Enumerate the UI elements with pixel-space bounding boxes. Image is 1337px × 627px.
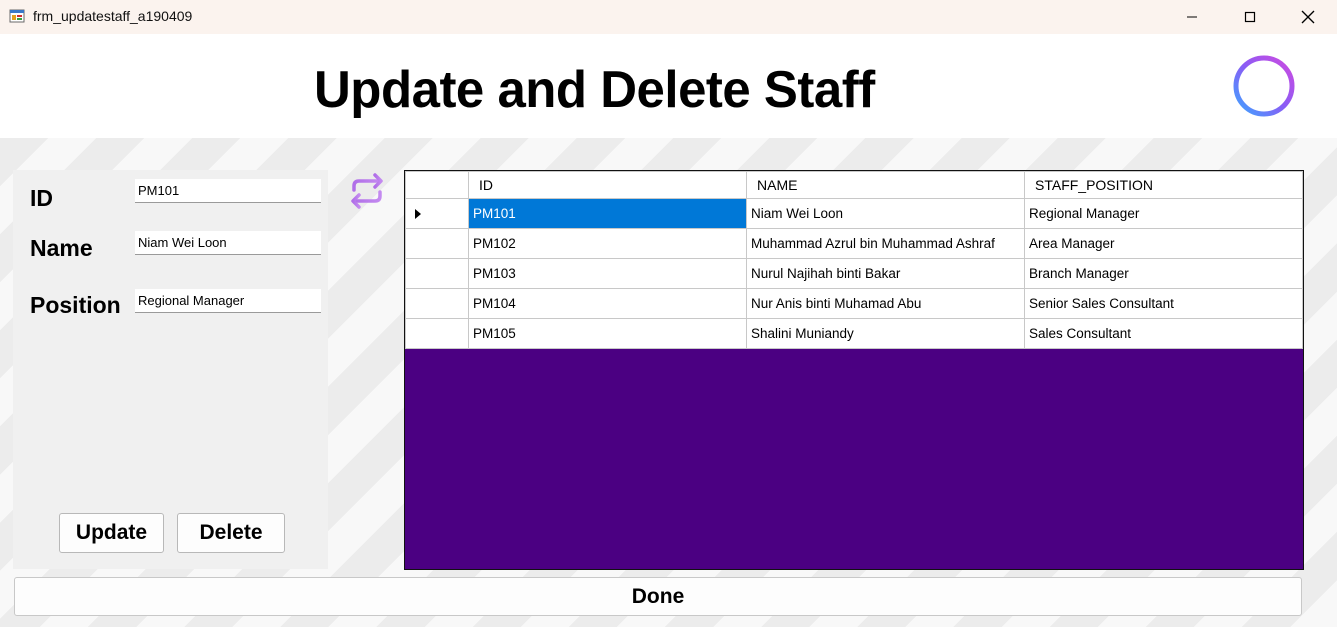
cell-position[interactable]: Senior Sales Consultant	[1024, 288, 1303, 319]
row-header[interactable]	[405, 258, 469, 289]
name-input[interactable]	[135, 231, 321, 255]
table-row[interactable]: PM103 Nurul Najihah binti Bakar Branch M…	[405, 258, 1303, 289]
cell-id[interactable]: PM103	[468, 258, 747, 289]
row-header[interactable]	[405, 318, 469, 349]
cell-name[interactable]: Shalini Muniandy	[746, 318, 1025, 349]
current-row-arrow-icon	[415, 209, 421, 219]
table-row[interactable]: PM101 Niam Wei Loon Regional Manager	[405, 198, 1303, 229]
cell-position[interactable]: Branch Manager	[1024, 258, 1303, 289]
window-title-bar: frm_updatestaff_a190409	[0, 0, 1337, 34]
page-title: Update and Delete Staff	[314, 61, 875, 119]
cell-name[interactable]: Nur Anis binti Muhamad Abu	[746, 288, 1025, 319]
refresh-arrows-icon[interactable]	[346, 170, 388, 212]
cell-position[interactable]: Sales Consultant	[1024, 318, 1303, 349]
cell-name[interactable]: Niam Wei Loon	[746, 198, 1025, 229]
cell-name[interactable]: Muhammad Azrul bin Muhammad Ashraf	[746, 228, 1025, 259]
column-header-staff-position[interactable]: STAFF_POSITION	[1024, 171, 1303, 199]
staff-table: ID NAME STAFF_POSITION PM101 Niam Wei Lo…	[405, 171, 1303, 349]
plus-circle-icon[interactable]	[1232, 54, 1296, 118]
table-row[interactable]: PM102 Muhammad Azrul bin Muhammad Ashraf…	[405, 228, 1303, 259]
column-header-id[interactable]: ID	[468, 171, 747, 199]
staff-edit-panel: ID Name Position Update Delete	[13, 170, 328, 569]
cell-id[interactable]: PM102	[468, 228, 747, 259]
id-label: ID	[30, 185, 53, 211]
cell-id[interactable]: PM105	[468, 318, 747, 349]
row-header[interactable]	[405, 198, 469, 229]
position-input[interactable]	[135, 289, 321, 313]
cell-id[interactable]: PM101	[468, 198, 747, 229]
row-header-corner[interactable]	[405, 171, 469, 199]
window-title: frm_updatestaff_a190409	[33, 8, 193, 24]
minimize-icon	[1187, 16, 1197, 18]
app-icon	[9, 9, 25, 23]
update-button[interactable]: Update	[59, 513, 164, 553]
maximize-icon	[1244, 11, 1256, 23]
cell-position[interactable]: Regional Manager	[1024, 198, 1303, 229]
column-header-name[interactable]: NAME	[746, 171, 1025, 199]
table-row[interactable]: PM104 Nur Anis binti Muhamad Abu Senior …	[405, 288, 1303, 319]
table-header-row: ID NAME STAFF_POSITION	[405, 171, 1303, 199]
name-label: Name	[30, 235, 93, 261]
row-header[interactable]	[405, 288, 469, 319]
table-row[interactable]: PM105 Shalini Muniandy Sales Consultant	[405, 318, 1303, 349]
id-input[interactable]	[135, 179, 321, 203]
row-header[interactable]	[405, 228, 469, 259]
delete-button[interactable]: Delete	[177, 513, 285, 553]
position-label: Position	[30, 292, 121, 318]
done-button[interactable]: Done	[14, 577, 1302, 616]
close-icon	[1301, 10, 1315, 24]
staff-data-grid[interactable]: ID NAME STAFF_POSITION PM101 Niam Wei Lo…	[404, 170, 1304, 570]
page-header: Update and Delete Staff	[0, 34, 1337, 138]
close-button[interactable]	[1279, 0, 1337, 34]
cell-position[interactable]: Area Manager	[1024, 228, 1303, 259]
cell-name[interactable]: Nurul Najihah binti Bakar	[746, 258, 1025, 289]
maximize-button[interactable]	[1221, 0, 1279, 34]
minimize-button[interactable]	[1163, 0, 1221, 34]
cell-id[interactable]: PM104	[468, 288, 747, 319]
